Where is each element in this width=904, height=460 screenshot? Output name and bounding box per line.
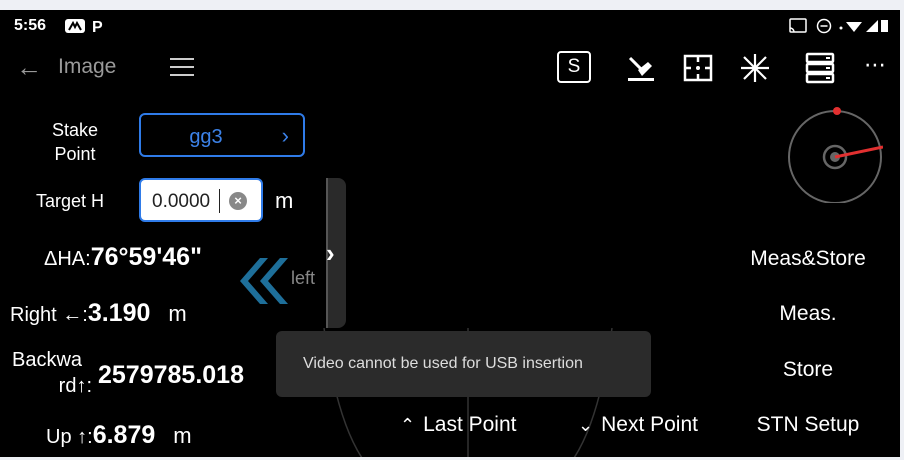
last-point-button[interactable]: ⌃ Last Point xyxy=(400,413,517,437)
right-unit: m xyxy=(168,301,187,326)
dha-label: ΔHA: xyxy=(44,248,91,270)
backward-label-line1: Backwa xyxy=(12,349,83,371)
up-unit: m xyxy=(173,423,192,448)
cast-icon xyxy=(789,18,807,33)
backward-label-line2: rd↑: xyxy=(58,375,92,397)
back-arrow-icon[interactable]: ← xyxy=(16,54,42,80)
right-label: Right ←: xyxy=(10,304,88,326)
toast-message: Video cannot be used for USB insertion xyxy=(303,355,583,372)
stn-setup-button[interactable]: STN Setup xyxy=(738,413,878,437)
compass-dial xyxy=(788,107,883,203)
clear-input-icon[interactable]: × xyxy=(229,192,247,210)
app-screen: 5:56 P ← Image S ⋯ Stake Point gg3 › Tar… xyxy=(0,10,900,457)
more-options-icon[interactable]: ⋯ xyxy=(864,52,887,78)
right-value: 3.190 xyxy=(87,299,151,327)
laser-pointer-icon[interactable] xyxy=(624,52,658,84)
stake-point-selector[interactable]: gg3 › xyxy=(139,113,305,157)
direction-label: left xyxy=(291,268,316,288)
stake-point-label-line1: Stake xyxy=(51,120,99,140)
backward-label: Backwa rd↑: xyxy=(12,347,92,399)
svg-text:P: P xyxy=(92,19,103,34)
target-h-unit: m xyxy=(275,188,294,213)
next-point-button[interactable]: ⌄ Next Point xyxy=(578,413,698,437)
dha-value: 76°59'46" xyxy=(90,243,202,271)
laser-beam-icon[interactable] xyxy=(738,52,772,84)
direction-left-arrow-icon xyxy=(240,258,288,304)
s-button[interactable]: S xyxy=(557,51,591,83)
status-time: 5:56 xyxy=(14,17,47,34)
up-label: Up ↑: xyxy=(46,426,93,448)
up-value: 6.879 xyxy=(92,421,156,449)
dnd-icon xyxy=(816,18,832,34)
chevron-down-icon: ⌄ xyxy=(578,415,594,435)
target-h-value: 0.0000 xyxy=(152,191,211,212)
backward-value: 2579785.018 xyxy=(98,361,244,389)
chevron-up-icon: ⌃ xyxy=(400,415,416,435)
up-row: Up ↑:6.879 m xyxy=(46,421,192,450)
dha-row: ΔHA:76°59'46" xyxy=(44,243,202,272)
store-button[interactable]: Store xyxy=(738,358,878,382)
notification-app-icon xyxy=(65,19,85,33)
chevron-right-icon: › xyxy=(281,123,289,148)
target-icon[interactable] xyxy=(682,53,714,83)
last-point-label: Last Point xyxy=(423,413,517,436)
next-point-label: Next Point xyxy=(601,413,698,436)
target-h-input[interactable]: 0.0000 × xyxy=(139,178,263,222)
stake-point-value: gg3 xyxy=(189,126,223,148)
target-h-label: Target H xyxy=(36,191,105,211)
meas-button[interactable]: Meas. xyxy=(738,302,878,326)
menu-icon[interactable] xyxy=(170,58,194,76)
page-title: Image xyxy=(58,55,117,78)
stake-point-label-line2: Point xyxy=(54,144,96,164)
toast-notification: Video cannot be used for USB insertion xyxy=(276,331,651,397)
list-settings-icon[interactable] xyxy=(804,52,836,84)
signal-wifi-icon xyxy=(839,20,888,32)
parking-icon: P xyxy=(92,19,103,34)
chevron-right-icon[interactable]: › xyxy=(326,238,335,269)
right-row: Right ←:3.190 m xyxy=(10,299,187,328)
stake-point-label: Stake Point xyxy=(49,118,101,166)
meas-store-button[interactable]: Meas&Store xyxy=(738,247,878,271)
text-caret xyxy=(219,189,220,213)
